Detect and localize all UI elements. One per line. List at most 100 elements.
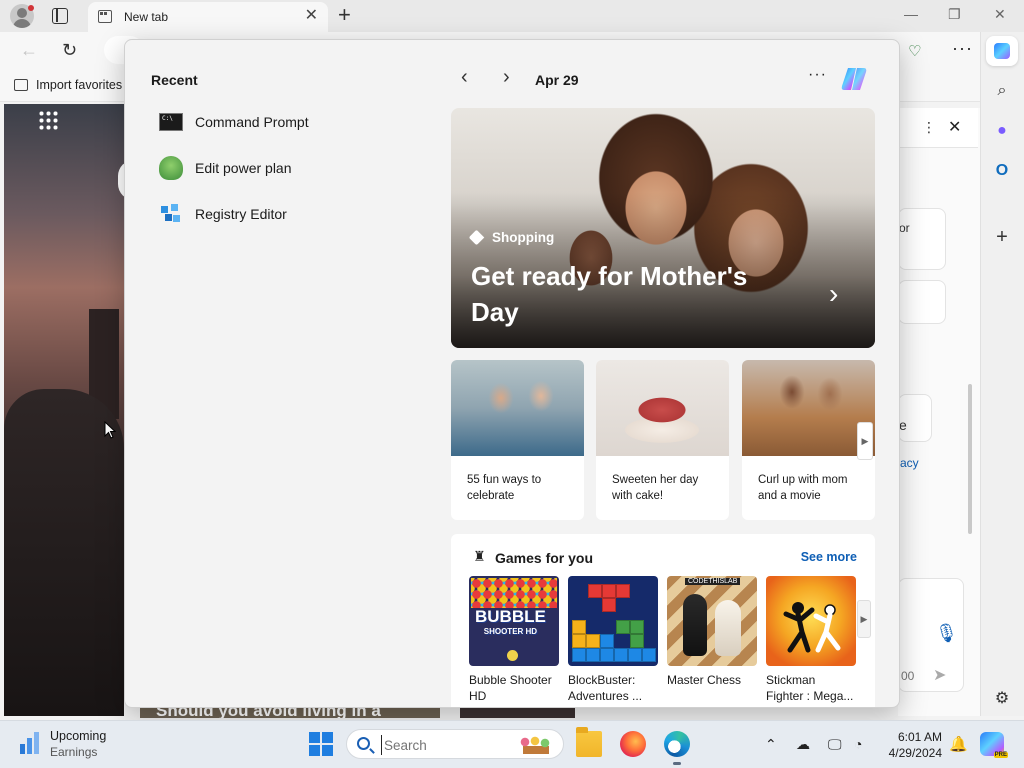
panel-link[interactable]: acy bbox=[900, 456, 919, 470]
minimize-button[interactable]: — bbox=[904, 6, 918, 22]
search-input[interactable] bbox=[381, 735, 511, 755]
windows-start-icon[interactable] bbox=[309, 732, 333, 756]
game-name: Stickman Fighter : Mega... bbox=[766, 673, 854, 703]
edge-icon[interactable] bbox=[664, 731, 690, 757]
copilot-taskbar-icon[interactable]: PRE bbox=[980, 732, 1008, 758]
mouse-cursor-icon bbox=[104, 420, 117, 442]
recent-item-command-prompt[interactable]: Command Prompt bbox=[159, 108, 309, 136]
shopping-icon[interactable]: ● bbox=[992, 122, 1012, 142]
panel-button[interactable]: e bbox=[898, 394, 932, 442]
panel-card: or bbox=[898, 208, 946, 270]
restore-button[interactable]: ❐ bbox=[948, 6, 961, 23]
registry-editor-icon bbox=[159, 202, 183, 226]
refresh-button[interactable]: ↻ bbox=[62, 40, 77, 61]
app-launcher-icon[interactable] bbox=[38, 110, 58, 130]
article-image bbox=[451, 360, 584, 456]
article-caption: Sweeten her day with cake! bbox=[612, 474, 699, 502]
tab-new-tab[interactable]: New tab ✕ bbox=[88, 2, 328, 32]
game-badge: CODETHISLAB bbox=[685, 578, 741, 585]
send-icon[interactable]: ➤ bbox=[933, 665, 946, 685]
close-window-button[interactable]: ✕ bbox=[994, 6, 1006, 23]
clock-date: 4/29/2024 bbox=[888, 746, 942, 760]
network-icon[interactable]: 🖵 bbox=[828, 736, 842, 753]
tab-actions-icon[interactable] bbox=[52, 8, 68, 24]
import-icon bbox=[14, 79, 28, 91]
game-name: Master Chess bbox=[667, 673, 742, 687]
tab-title: New tab bbox=[124, 10, 169, 24]
article-card[interactable]: Curl up with mom and a movie bbox=[742, 360, 875, 520]
volume-icon[interactable]: ◔ bbox=[854, 736, 862, 752]
scroll-right-icon[interactable]: ▶ bbox=[857, 600, 871, 638]
command-prompt-icon bbox=[159, 113, 183, 131]
feed-more-button[interactable]: ··· bbox=[808, 66, 827, 84]
panel-card bbox=[898, 280, 946, 324]
game-tile[interactable]: BlockBuster: Adventures ... bbox=[568, 576, 658, 704]
earnings-chart-icon[interactable] bbox=[20, 732, 40, 754]
search-icon bbox=[357, 737, 370, 750]
close-tab-icon[interactable]: ✕ bbox=[305, 8, 318, 24]
next-arrow-icon[interactable]: › bbox=[503, 66, 510, 89]
widget-subtitle[interactable]: Earnings bbox=[50, 745, 97, 759]
panel-more-icon[interactable]: ⋮ bbox=[922, 119, 936, 136]
background-photo bbox=[4, 104, 124, 716]
hero-article-title: Get ready for Mother's Day bbox=[471, 261, 748, 327]
see-more-link[interactable]: See more bbox=[801, 550, 857, 564]
black-king-icon bbox=[683, 594, 707, 656]
browser-essentials-icon[interactable]: ♡ bbox=[908, 42, 921, 60]
game-thumbnail bbox=[766, 576, 856, 666]
game-tile[interactable]: BUBBLE SHOOTER HD Bubble Shooter HD bbox=[469, 576, 559, 704]
file-explorer-icon[interactable] bbox=[576, 727, 602, 757]
recent-heading: Recent bbox=[151, 72, 198, 88]
game-name: BlockBuster: Adventures ... bbox=[568, 673, 643, 703]
tag-icon bbox=[468, 229, 485, 246]
start-menu-popup: Recent Command Prompt Edit power plan Re… bbox=[124, 39, 900, 708]
copilot-sidebar-icon[interactable] bbox=[986, 36, 1018, 66]
widget-title[interactable]: Upcoming bbox=[50, 729, 106, 743]
article-image bbox=[742, 360, 875, 456]
settings-and-more-button[interactable]: ··· bbox=[952, 38, 973, 59]
article-image bbox=[596, 360, 729, 456]
hero-article-card[interactable]: Shopping Get ready for Mother's Day › bbox=[451, 108, 875, 348]
game-name: Bubble Shooter HD bbox=[469, 673, 552, 703]
search-icon[interactable]: ⌕ bbox=[992, 82, 1012, 102]
panel-scrollbar[interactable] bbox=[968, 384, 972, 534]
previous-arrow-icon[interactable]: ‹ bbox=[461, 66, 468, 89]
panel-header: ⋮ ✕ bbox=[898, 108, 978, 148]
sidebar-settings-icon[interactable]: ⚙ bbox=[992, 688, 1012, 708]
copilot-icon[interactable] bbox=[839, 64, 869, 94]
article-card[interactable]: Sweeten her day with cake! bbox=[596, 360, 729, 520]
article-caption: 55 fun ways to celebrate bbox=[467, 474, 542, 502]
games-section: ♜ Games for you See more BUBBLE SHOOTER H… bbox=[451, 534, 875, 707]
new-tab-button[interactable]: + bbox=[338, 3, 351, 27]
new-tab-page-icon bbox=[98, 10, 112, 23]
firefox-icon[interactable] bbox=[620, 731, 646, 757]
chevron-right-icon[interactable]: › bbox=[829, 278, 838, 310]
games-heading: Games for you bbox=[495, 550, 594, 566]
recent-item-registry-editor[interactable]: Registry Editor bbox=[159, 200, 287, 228]
microphone-icon[interactable]: 🎙 bbox=[935, 623, 958, 644]
article-caption: Curl up with mom and a movie bbox=[758, 474, 848, 502]
back-button[interactable]: ← bbox=[20, 40, 38, 61]
taskbar-search-box[interactable] bbox=[346, 729, 564, 759]
search-highlight-icon bbox=[519, 736, 553, 754]
outlook-icon[interactable]: O bbox=[992, 162, 1012, 182]
scroll-right-icon[interactable]: ▶ bbox=[857, 422, 873, 460]
panel-close-icon[interactable]: ✕ bbox=[948, 117, 961, 137]
chevron-up-icon[interactable]: ⌃ bbox=[765, 736, 777, 753]
add-sidebar-app-icon[interactable]: + bbox=[992, 226, 1012, 248]
import-favorites-link[interactable]: Import favorites bbox=[14, 78, 122, 92]
power-plan-icon bbox=[159, 156, 183, 180]
recent-item-edit-power-plan[interactable]: Edit power plan bbox=[159, 154, 292, 182]
system-clock[interactable]: 6:01 AM 4/29/2024 bbox=[880, 729, 942, 761]
game-thumbnail bbox=[568, 576, 658, 666]
article-category: Shopping bbox=[468, 229, 554, 246]
game-tile[interactable]: Stickman Fighter : Mega... bbox=[766, 576, 856, 704]
game-tile[interactable]: CODETHISLAB Master Chess bbox=[667, 576, 757, 688]
chat-input-box[interactable]: 🎙 00 ➤ bbox=[898, 578, 964, 692]
article-card[interactable]: 55 fun ways to celebrate bbox=[451, 360, 584, 520]
active-app-indicator bbox=[673, 762, 681, 765]
notification-bell-icon[interactable]: 🔔 bbox=[949, 735, 968, 753]
game-thumbnail: CODETHISLAB bbox=[667, 576, 757, 666]
game-logo: BUBBLE SHOOTER HD bbox=[475, 607, 546, 636]
onedrive-icon[interactable]: ☁ bbox=[796, 736, 810, 753]
